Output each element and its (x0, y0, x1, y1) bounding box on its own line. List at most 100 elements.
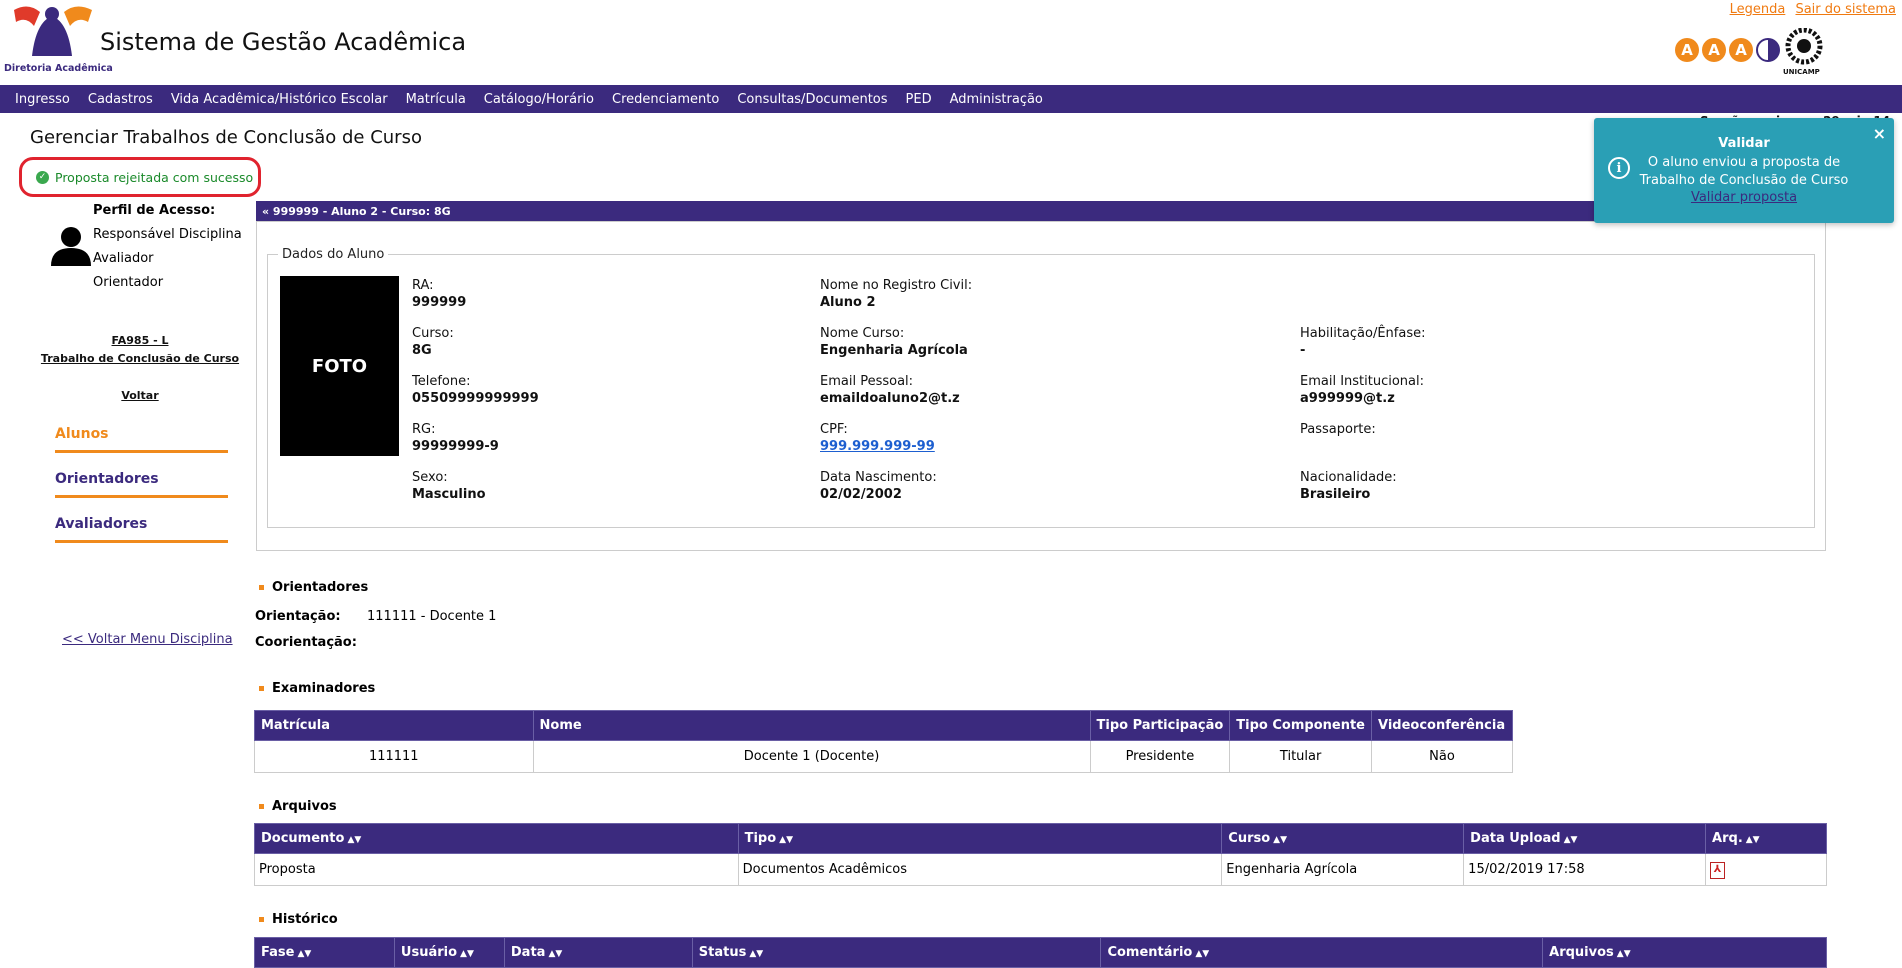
toast-title: Validar (1718, 136, 1770, 151)
examinadores-section-title: Examinadores (259, 681, 375, 696)
bullet-icon (259, 686, 264, 691)
telefone-value: 05509999999999 (412, 391, 539, 406)
habilitacao-value: - (1300, 343, 1306, 358)
menu-administracao[interactable]: Administração (941, 92, 1052, 107)
accessibility-controls: A A A (1675, 38, 1780, 62)
col-data-upload[interactable]: Data Upload ▲▼ (1463, 823, 1707, 854)
col-usuario[interactable]: Usuário ▲▼ (393, 937, 505, 968)
font-medium-button[interactable]: A (1702, 38, 1726, 62)
menu-catalogo-horario[interactable]: Catálogo/Horário (475, 92, 603, 107)
sidebar-item-orientadores[interactable]: Orientadores (55, 471, 228, 498)
sort-icon: ▲▼ (1195, 949, 1210, 959)
back-menu-link[interactable]: << Voltar Menu Disciplina (62, 632, 233, 647)
col-arq[interactable]: Arq. ▲▼ (1705, 823, 1827, 854)
passaporte-label: Passaporte: (1300, 422, 1376, 437)
col-documento[interactable]: Documento ▲▼ (254, 823, 739, 854)
cell-documento: Proposta (254, 853, 739, 886)
student-photo: FOTO (280, 276, 399, 456)
curso-value: 8G (412, 343, 432, 358)
menu-cadastros[interactable]: Cadastros (79, 92, 162, 107)
col-tipo-participacao: Tipo Participação (1089, 710, 1231, 741)
menu-matricula[interactable]: Matrícula (397, 92, 475, 107)
menu-ingresso[interactable]: Ingresso (0, 92, 79, 107)
col-status[interactable]: Status ▲▼ (691, 937, 1102, 968)
nascimento-label: Data Nascimento: (820, 470, 937, 485)
cell-videoconferencia: Não (1370, 740, 1514, 773)
sort-icon: ▲▼ (1745, 835, 1760, 845)
arquivos-table: Documento ▲▼ Tipo ▲▼ Curso ▲▼ Data Upload ▲▼… (254, 823, 1827, 886)
validar-proposta-link[interactable]: Validar proposta (1691, 190, 1797, 205)
col-data[interactable]: Data ▲▼ (503, 937, 693, 968)
col-tipo[interactable]: Tipo ▲▼ (737, 823, 1223, 854)
sort-icon: ▲▼ (749, 949, 764, 959)
discipline-code: FA985 - L (0, 334, 280, 347)
col-matricula: Matrícula (254, 710, 534, 741)
contrast-icon[interactable] (1756, 38, 1780, 62)
menu-vida-academica[interactable]: Vida Acadêmica/Histórico Escolar (162, 92, 397, 107)
habilitacao-label: Habilitação/Ênfase: (1300, 326, 1426, 341)
sort-icon: ▲▼ (1563, 835, 1578, 845)
sort-icon: ▲▼ (779, 835, 794, 845)
dados-legend: Dados do Aluno (278, 247, 389, 262)
sexo-value: Masculino (412, 487, 486, 502)
nacionalidade-label: Nacionalidade: (1300, 470, 1397, 485)
menu-consultas-documentos[interactable]: Consultas/Documentos (728, 92, 896, 107)
discipline-name: Trabalho de Conclusão de Curso (0, 352, 280, 365)
discipline-code-link[interactable]: FA985 - L (112, 334, 169, 347)
diretoria-academica-logo (14, 6, 92, 56)
discipline-name-link[interactable]: Trabalho de Conclusão de Curso (41, 352, 239, 365)
cell-arq: ⅄ (1705, 853, 1827, 886)
bullet-icon (259, 585, 264, 590)
col-arquivos[interactable]: Arquivos ▲▼ (1542, 937, 1827, 968)
historico-table: Fase ▲▼ Usuário ▲▼ Data ▲▼ Status ▲▼ Comentá… (254, 937, 1827, 968)
examinadores-table: Matrícula Nome Tipo Participação Tipo Co… (254, 710, 1514, 773)
font-small-button[interactable]: A (1675, 38, 1699, 62)
historico-section-title: Histórico (259, 912, 338, 927)
col-fase[interactable]: Fase ▲▼ (254, 937, 395, 968)
cell-tipo-componente: Titular (1229, 740, 1372, 773)
validar-toast: i × Validar O aluno enviou a proposta de… (1594, 118, 1894, 223)
email-pessoal-label: Email Pessoal: (820, 374, 914, 389)
back-link[interactable]: Voltar (121, 389, 158, 402)
pdf-icon[interactable]: ⅄ (1710, 861, 1726, 879)
cell-curso: Engenharia Agrícola (1221, 853, 1465, 886)
email-pessoal-value: emaildoaluno2@t.z (820, 391, 960, 406)
sort-icon: ▲▼ (548, 949, 563, 959)
profile-heading: Perfil de Acesso: (93, 203, 216, 218)
cell-tipo: Documentos Acadêmicos (737, 853, 1223, 886)
cpf-label: CPF: (820, 422, 848, 437)
curso-label: Curso: (412, 326, 454, 341)
sort-icon: ▲▼ (460, 949, 474, 959)
logout-link[interactable]: Sair do sistema (1795, 2, 1896, 17)
col-curso[interactable]: Curso ▲▼ (1221, 823, 1465, 854)
page-title: Gerenciar Trabalhos de Conclusão de Curs… (30, 127, 422, 148)
ra-value: 999999 (412, 295, 467, 310)
font-large-button[interactable]: A (1729, 38, 1753, 62)
cell-tipo-participacao: Presidente (1089, 740, 1231, 773)
app-title: Sistema de Gestão Acadêmica (100, 28, 467, 56)
sidebar-item-avaliadores[interactable]: Avaliadores (55, 516, 228, 543)
back-menu: << Voltar Menu Disciplina (62, 632, 233, 647)
nome-curso-label: Nome Curso: (820, 326, 905, 341)
telefone-label: Telefone: (412, 374, 471, 389)
menu-credenciamento[interactable]: Credenciamento (603, 92, 728, 107)
col-comentario[interactable]: Comentário ▲▼ (1100, 937, 1544, 968)
menu-ped[interactable]: PED (897, 92, 941, 107)
nome-curso-value: Engenharia Agrícola (820, 343, 968, 358)
success-message: ✓ Proposta rejeitada com sucesso (19, 157, 261, 197)
student-bar[interactable]: « 999999 - Aluno 2 - Curso: 8G (256, 201, 1826, 221)
cell-matricula: 111111 (254, 740, 534, 773)
sort-icon: ▲▼ (297, 949, 312, 959)
legenda-link[interactable]: Legenda (1730, 2, 1786, 17)
cpf-value-link[interactable]: 999.999.999-99 (820, 439, 935, 454)
profile-responsavel: Responsável Disciplina (93, 227, 242, 242)
toast-message: O aluno enviou a proposta de Trabalho de… (1639, 155, 1849, 188)
col-nome: Nome (532, 710, 1091, 741)
email-inst-value: a999999@t.z (1300, 391, 1395, 406)
sort-icon: ▲▼ (347, 835, 362, 845)
close-icon[interactable]: × (1873, 124, 1886, 143)
bullet-icon (259, 917, 264, 922)
sidebar-item-alunos[interactable]: Alunos (55, 426, 228, 453)
user-icon (51, 227, 91, 266)
header: Diretoria Acadêmica Sistema de Gestão Ac… (0, 0, 1902, 85)
